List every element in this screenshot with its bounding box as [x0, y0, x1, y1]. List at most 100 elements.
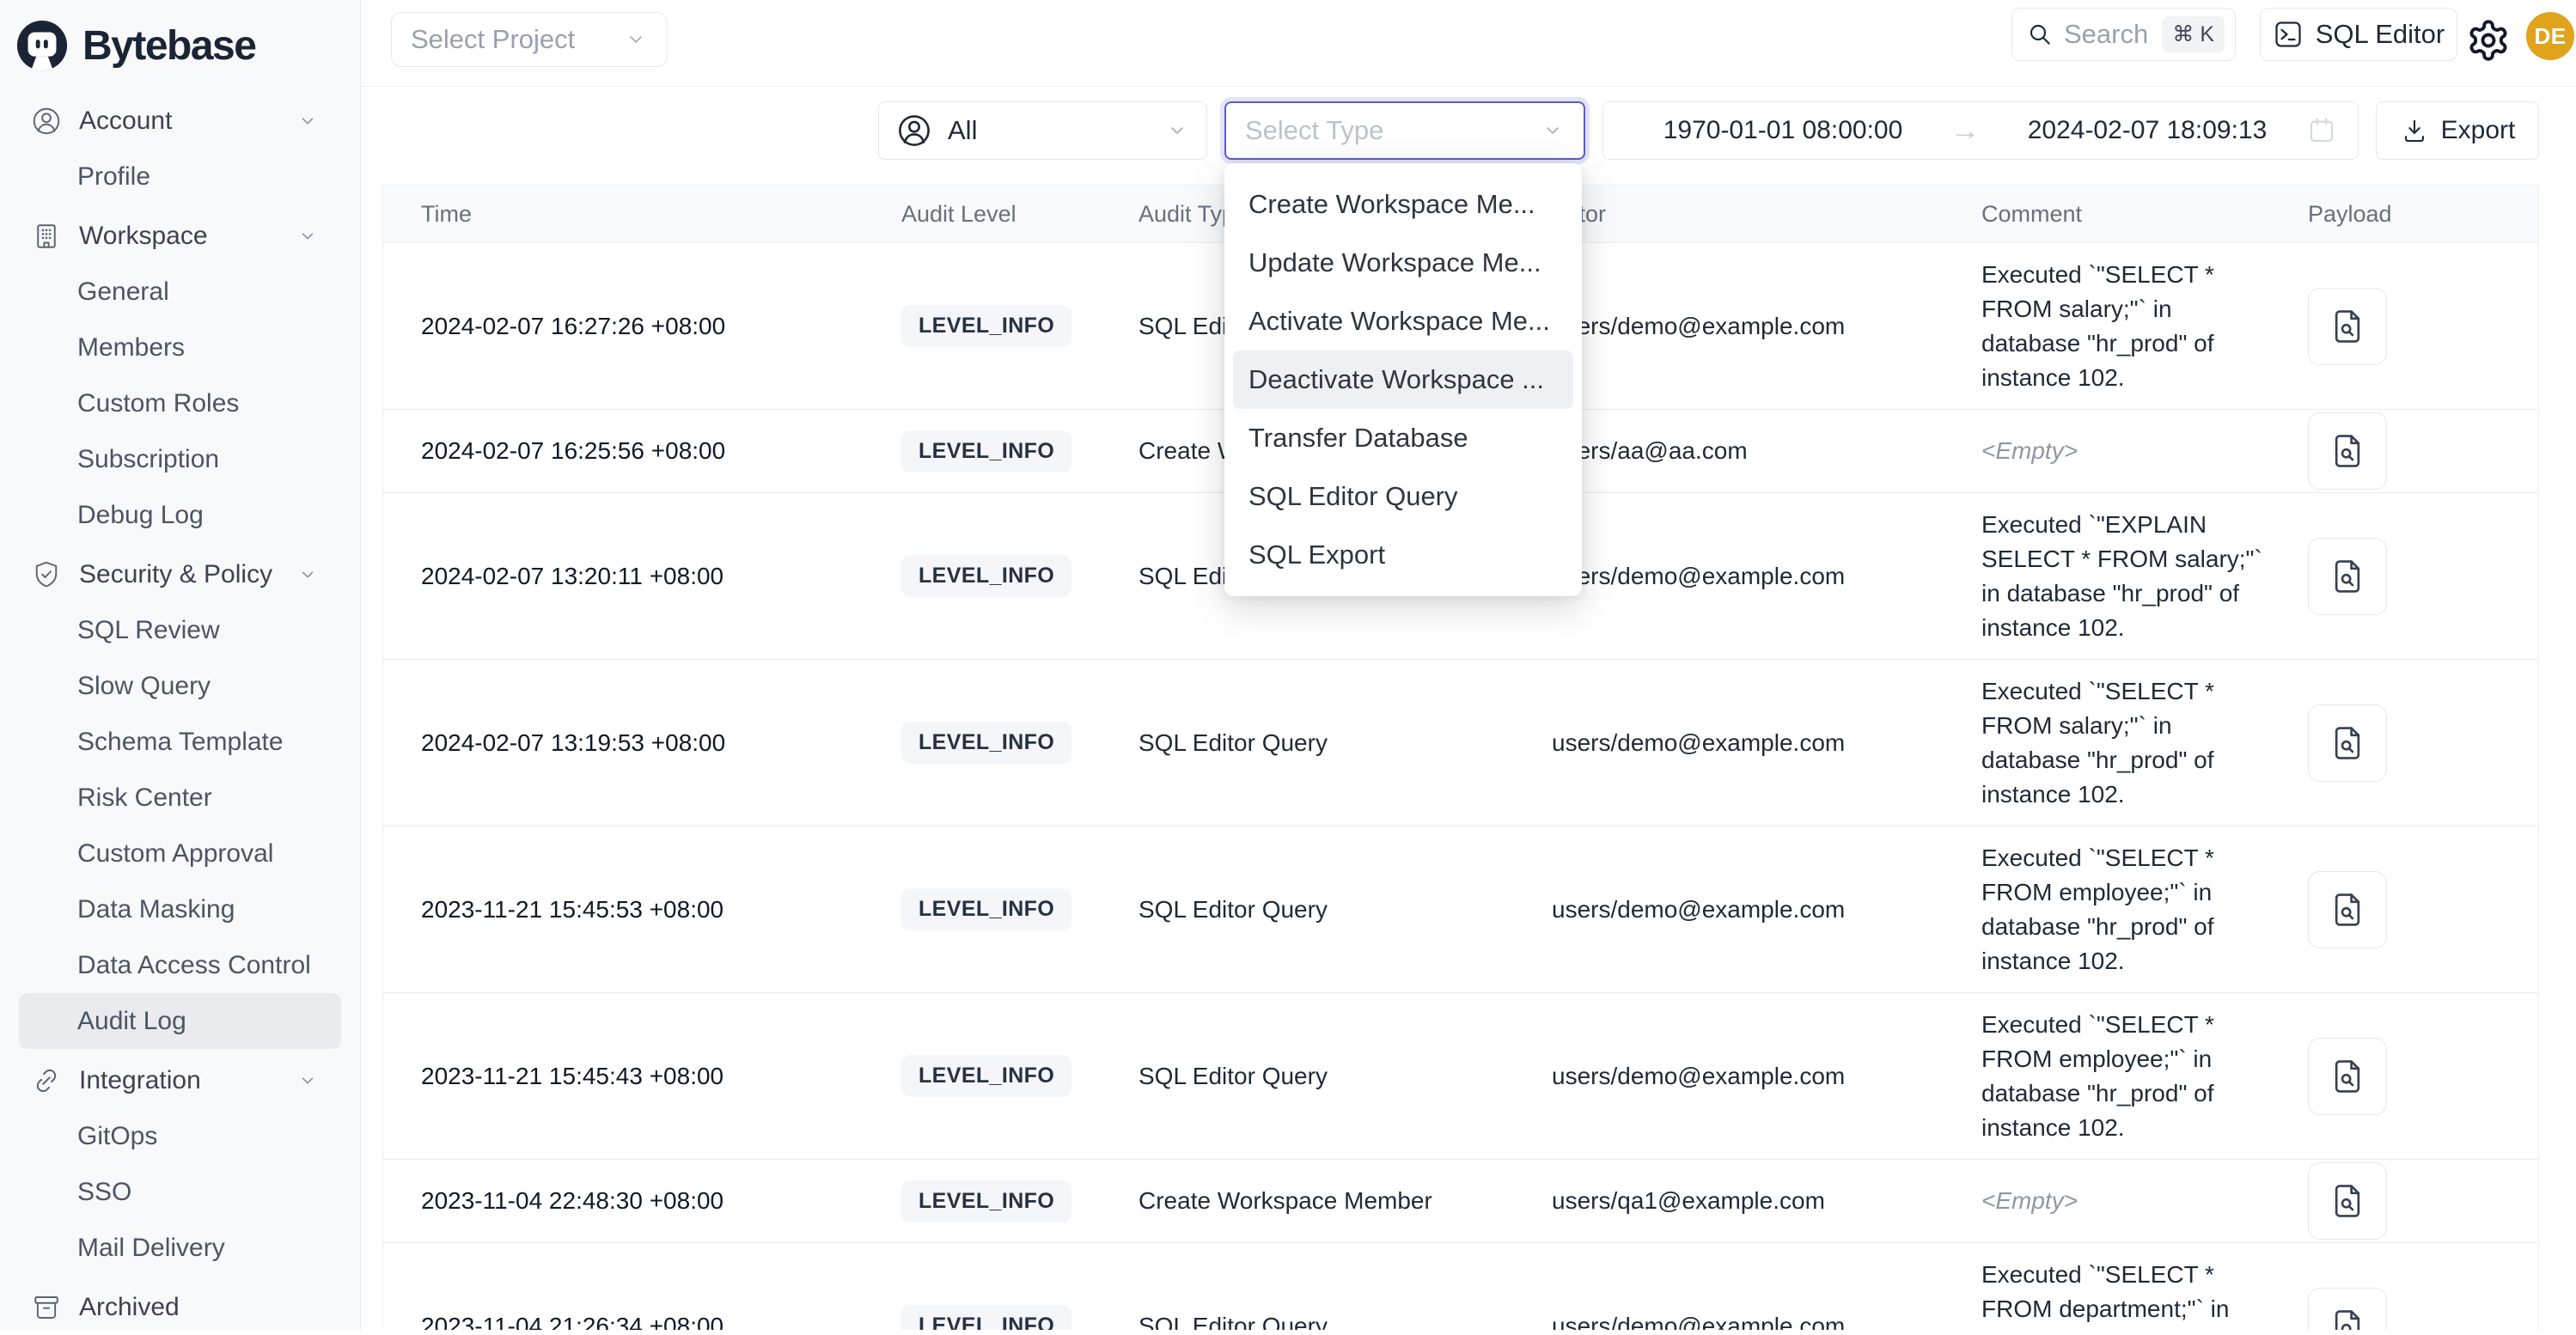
- sidebar-item-label: Custom Approval: [77, 839, 273, 869]
- settings-gear-button[interactable]: [2466, 15, 2518, 66]
- project-select[interactable]: Select Project: [391, 12, 668, 67]
- cell-time: 2023-11-04 22:48:30 +08:00: [383, 1187, 901, 1215]
- sidebar-item-label: Integration: [79, 1066, 201, 1095]
- sidebar-item-risk-center[interactable]: Risk Center: [0, 770, 360, 826]
- cell-actor: users/demo@example.com: [1552, 1313, 1981, 1331]
- type-filter-dropdown-menu: Create Workspace Me...Update Workspace M…: [1224, 163, 1582, 596]
- sidebar-item-label: Audit Log: [77, 1007, 186, 1036]
- sidebar-item-archived[interactable]: Archived: [0, 1279, 360, 1335]
- sidebar-item-custom-approval[interactable]: Custom Approval: [0, 826, 360, 881]
- type-menu-item-update-workspace-me[interactable]: Update Workspace Me...: [1233, 234, 1573, 292]
- sidebar-item-sso[interactable]: SSO: [0, 1164, 360, 1220]
- gear-icon: [2466, 18, 2511, 63]
- sidebar-item-sql-review[interactable]: SQL Review: [0, 602, 360, 658]
- user-circle-icon: [896, 113, 932, 149]
- sql-editor-button[interactable]: SQL Editor: [2260, 8, 2457, 61]
- table-row: 2023-11-04 22:48:30 +08:00 LEVEL_INFO Cr…: [383, 1160, 2538, 1243]
- brand-name: Bytebase: [82, 22, 255, 70]
- sidebar-item-data-masking[interactable]: Data Masking: [0, 881, 360, 937]
- sidebar-item-gitops[interactable]: GitOps: [0, 1108, 360, 1164]
- sidebar-item-label: Archived: [79, 1293, 180, 1322]
- chevron-down-icon: [296, 1070, 319, 1092]
- sidebar-item-data-access-control[interactable]: Data Access Control: [0, 937, 360, 993]
- sidebar-item-debug-log[interactable]: Debug Log: [0, 487, 360, 543]
- cell-time: 2024-02-07 16:25:56 +08:00: [383, 437, 901, 465]
- cell-payload: [2308, 288, 2538, 365]
- sidebar-item-profile[interactable]: Profile: [0, 149, 360, 204]
- export-button[interactable]: Export: [2376, 101, 2539, 160]
- audit-level-badge: LEVEL_INFO: [901, 305, 1071, 347]
- cell-actor: users/demo@example.com: [1552, 729, 1981, 757]
- cell-actor: users/demo@example.com: [1552, 896, 1981, 924]
- view-payload-button[interactable]: [2308, 871, 2387, 948]
- cell-actor: users/demo@example.com: [1552, 313, 1981, 340]
- table-row: 2023-11-21 15:45:53 +08:00 LEVEL_INFO SQ…: [383, 826, 2538, 993]
- audit-level-badge: LEVEL_INFO: [901, 1180, 1071, 1222]
- sidebar-item-security-policy[interactable]: Security & Policy: [0, 546, 360, 602]
- sidebar-item-custom-roles[interactable]: Custom Roles: [0, 375, 360, 431]
- sidebar-item-label: Workspace: [79, 222, 208, 251]
- type-menu-item-sql-export[interactable]: SQL Export: [1233, 526, 1573, 584]
- type-menu-item-sql-editor-query[interactable]: SQL Editor Query: [1233, 467, 1573, 526]
- sidebar-item-subscription[interactable]: Subscription: [0, 431, 360, 487]
- view-payload-button[interactable]: [2308, 1162, 2387, 1240]
- sidebar-item-workspace[interactable]: Workspace: [0, 208, 360, 264]
- cell-comment: <Empty>: [1981, 1184, 2308, 1218]
- bytebase-logo-icon: [15, 19, 69, 72]
- view-payload-button[interactable]: [2308, 704, 2387, 782]
- view-payload-button[interactable]: [2308, 1288, 2387, 1331]
- cell-actor: users/aa@aa.com: [1552, 437, 1981, 465]
- type-menu-item-activate-workspace-me[interactable]: Activate Workspace Me...: [1233, 292, 1573, 351]
- sidebar-item-label: Members: [77, 333, 185, 363]
- cell-payload: [2308, 704, 2538, 782]
- sidebar-item-label: Data Access Control: [77, 951, 311, 980]
- sidebar-item-integration[interactable]: Integration: [0, 1052, 360, 1108]
- file-search-icon: [2329, 1058, 2366, 1095]
- sidebar-item-schema-template[interactable]: Schema Template: [0, 714, 360, 770]
- view-payload-button[interactable]: [2308, 1038, 2387, 1115]
- cell-time: 2024-02-07 16:27:26 +08:00: [383, 313, 901, 340]
- building-icon: [31, 221, 62, 252]
- sidebar-item-members[interactable]: Members: [0, 320, 360, 375]
- cell-payload: [2308, 1162, 2538, 1240]
- sidebar: Bytebase Account Profile Workspace Gener…: [0, 0, 361, 1330]
- type-menu-item-deactivate-workspace[interactable]: Deactivate Workspace ...: [1233, 351, 1573, 409]
- sql-editor-label: SQL Editor: [2316, 19, 2445, 50]
- view-payload-button[interactable]: [2308, 288, 2387, 365]
- search-shortcut-badge: ⌘ K: [2162, 16, 2225, 52]
- cell-payload: [2308, 538, 2538, 615]
- actor-filter-select[interactable]: All: [878, 101, 1207, 160]
- date-to-value[interactable]: 2024-02-07 18:09:13: [1988, 116, 2306, 145]
- sidebar-nav: Account Profile Workspace General Member…: [0, 93, 360, 1335]
- sidebar-item-account[interactable]: Account: [0, 93, 360, 149]
- sidebar-item-general[interactable]: General: [0, 264, 360, 320]
- table-row: 2023-11-04 21:26:34 +08:00 LEVEL_INFO SQ…: [383, 1243, 2538, 1330]
- sidebar-item-mail-delivery[interactable]: Mail Delivery: [0, 1220, 360, 1276]
- sidebar-item-label: General: [77, 277, 169, 307]
- type-menu-item-create-workspace-me[interactable]: Create Workspace Me...: [1233, 175, 1573, 234]
- search-input[interactable]: Search ⌘ K: [2011, 8, 2236, 61]
- bytebase-logo[interactable]: Bytebase: [0, 0, 360, 72]
- sidebar-item-label: Slow Query: [77, 672, 211, 701]
- cell-audit-level: LEVEL_INFO: [901, 305, 1138, 347]
- cell-actor: users/demo@example.com: [1552, 563, 1981, 590]
- date-range-picker[interactable]: 1970-01-01 08:00:00 → 2024-02-07 18:09:1…: [1602, 101, 2359, 160]
- chevron-down-icon: [296, 564, 319, 586]
- view-payload-button[interactable]: [2308, 538, 2387, 615]
- type-menu-item-transfer-database[interactable]: Transfer Database: [1233, 409, 1573, 467]
- sidebar-item-slow-query[interactable]: Slow Query: [0, 658, 360, 714]
- user-avatar[interactable]: DE: [2526, 12, 2574, 60]
- date-from-value[interactable]: 1970-01-01 08:00:00: [1624, 116, 1942, 145]
- audit-level-badge: LEVEL_INFO: [901, 888, 1071, 930]
- user-circle-icon: [31, 106, 62, 137]
- cell-payload: [2308, 412, 2538, 490]
- sidebar-item-label: Subscription: [77, 445, 219, 474]
- file-search-icon: [2329, 1182, 2366, 1220]
- type-filter-select[interactable]: Select Type: [1224, 101, 1585, 160]
- sidebar-item-audit-log[interactable]: Audit Log: [19, 993, 341, 1049]
- sidebar-item-label: Data Masking: [77, 895, 235, 924]
- view-payload-button[interactable]: [2308, 412, 2387, 490]
- sidebar-item-label: Profile: [77, 162, 150, 192]
- cell-audit-type: Create Workspace Member: [1138, 1187, 1552, 1215]
- audit-level-badge: LEVEL_INFO: [901, 555, 1071, 597]
